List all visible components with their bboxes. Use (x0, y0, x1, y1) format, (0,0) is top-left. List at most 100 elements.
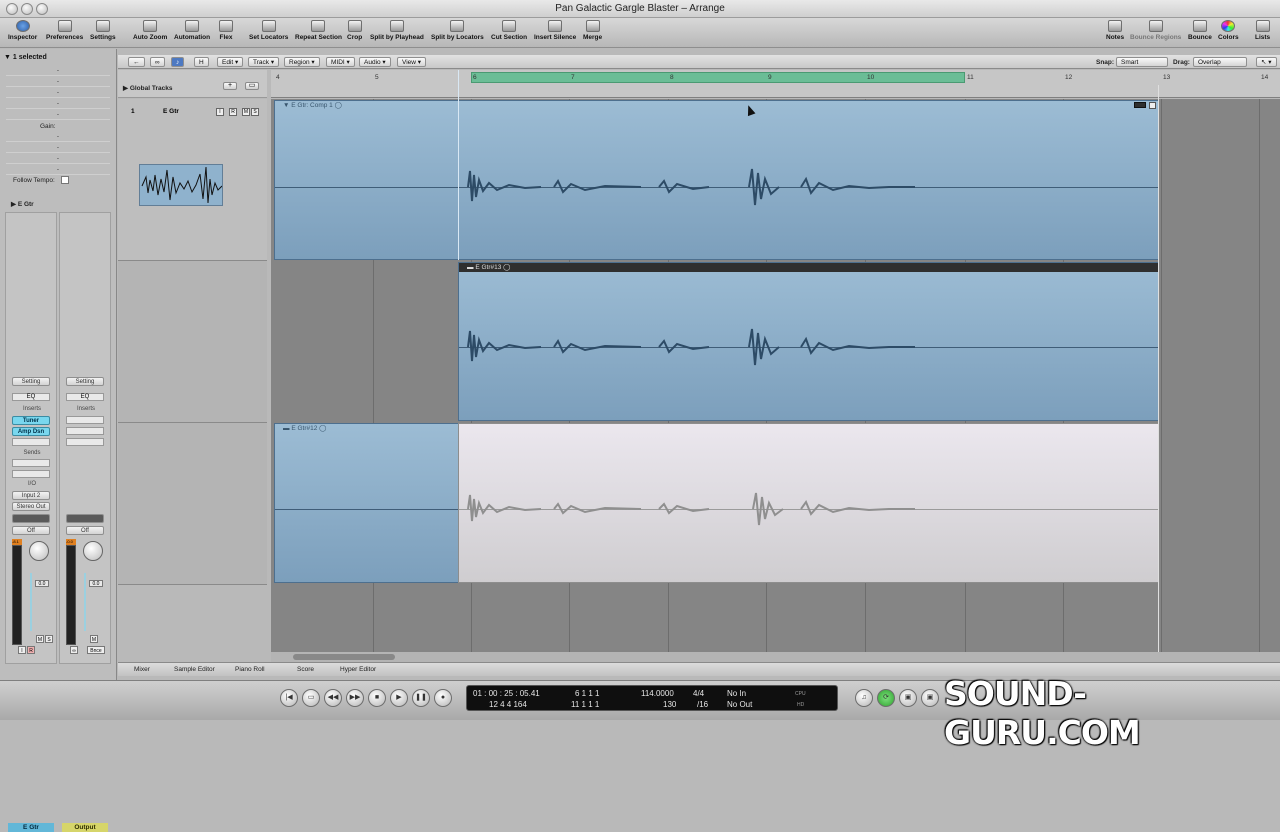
audio-region-take12-unselected-part[interactable] (458, 423, 1159, 583)
audio-region-comp[interactable]: ▼ E Gtr: Comp 1 ◯ (274, 100, 1159, 260)
track-name[interactable]: E Gtr (163, 108, 179, 115)
group-slot[interactable] (66, 514, 104, 523)
pan-knob[interactable] (29, 541, 49, 561)
hide-button[interactable]: H (194, 57, 209, 67)
input-monitor-toggle[interactable]: I (216, 108, 224, 116)
group-slot[interactable] (12, 514, 50, 523)
insert-slot-empty[interactable] (66, 427, 104, 435)
menu-edit[interactable]: Edit ▾ (217, 57, 244, 67)
pointer-tool[interactable]: ↖ ▾ (1256, 57, 1277, 67)
menu-midi[interactable]: MIDI ▾ (326, 57, 355, 67)
record-button[interactable]: ● (434, 689, 452, 707)
mute-toggle[interactable]: M (242, 108, 250, 116)
setting-button[interactable]: Setting (12, 377, 50, 386)
menu-region[interactable]: Region ▾ (284, 57, 320, 67)
insert-silence-button[interactable]: Insert Silence (534, 20, 576, 46)
insert-slot-empty[interactable] (12, 438, 50, 446)
setting-button[interactable]: Setting (66, 377, 104, 386)
audio-region-take12-selected-part[interactable]: ▬ E Gtr#12 ◯ (274, 423, 459, 583)
param-row[interactable]: - (6, 109, 110, 120)
arrange-area[interactable]: ▼ E Gtr: Comp 1 ◯ ▬ E Gtr#13 ◯ ▬ E Gtr#1… (271, 99, 1280, 662)
bounce-regions-button[interactable]: Bounce Regions (1130, 20, 1181, 46)
split-by-playhead-button[interactable]: Split by Playhead (370, 20, 424, 46)
stop-button[interactable]: ■ (368, 689, 386, 707)
strip-name[interactable]: Output (62, 823, 108, 832)
menu-track[interactable]: Track ▾ (248, 57, 280, 67)
audio-region-take13[interactable]: ▬ E Gtr#13 ◯ (458, 262, 1159, 421)
back-button[interactable]: ← (128, 57, 145, 67)
track-parameters-header[interactable]: ▶ E Gtr (11, 200, 34, 208)
param-row[interactable]: - (6, 76, 110, 87)
eq-slot[interactable]: EQ (12, 393, 50, 401)
settings-button[interactable]: Settings (90, 20, 116, 46)
record-toggle[interactable]: R (229, 108, 237, 116)
go-to-start-button[interactable]: |◀ (280, 689, 298, 707)
menu-audio[interactable]: Audio ▾ (359, 57, 391, 67)
pan-knob[interactable] (83, 541, 103, 561)
param-row[interactable]: - (6, 65, 110, 76)
new-folder-button[interactable]: ▭ (245, 82, 259, 90)
insert-tuner[interactable]: Tuner (12, 416, 50, 425)
transport-lcd[interactable]: 01 : 00 : 25 : 05.41 12 4 4 164 6 1 1 1 … (466, 685, 838, 711)
bar-ruler[interactable]: 4 5 6 7 8 9 10 11 12 13 14 (271, 70, 1280, 98)
inspector-button[interactable]: Inspector (8, 20, 37, 46)
add-track-button[interactable]: + (223, 82, 237, 90)
tab-mixer[interactable]: Mixer (134, 666, 150, 673)
cycle-button[interactable]: ⟳ (877, 689, 895, 707)
pause-button[interactable]: ❚❚ (412, 689, 430, 707)
project-end-marker[interactable] (1158, 85, 1159, 665)
preferences-button[interactable]: Preferences (46, 20, 83, 46)
automation-button[interactable]: Automation (174, 20, 210, 46)
repeat-section-button[interactable]: Repeat Section (295, 20, 342, 46)
catch-button[interactable]: ♪ (171, 57, 185, 67)
auto-zoom-button[interactable]: Auto Zoom (133, 20, 167, 46)
replace-button[interactable]: ▣ (899, 689, 917, 707)
strip-name[interactable]: E Gtr (8, 823, 54, 832)
split-by-locators-button[interactable]: Split by Locators (431, 20, 484, 46)
automation-mode[interactable]: Off (66, 526, 104, 535)
input-button[interactable]: Input 2 (12, 491, 50, 500)
drag-select[interactable]: Overlap (1193, 57, 1247, 67)
notes-button[interactable]: Notes (1106, 20, 1124, 46)
track-header[interactable]: 1 E Gtr I R M S (118, 99, 267, 261)
merge-button[interactable]: Merge (583, 20, 602, 46)
param-row[interactable]: - (6, 164, 110, 175)
link-icon[interactable]: ∞ (70, 646, 78, 654)
send-slot[interactable] (12, 470, 50, 478)
global-tracks-disclosure[interactable]: ▶ Global Tracks (123, 84, 172, 92)
tab-hyper-editor[interactable]: Hyper Editor (340, 666, 376, 673)
volume-fader[interactable] (30, 573, 32, 631)
set-locators-button[interactable]: Set Locators (249, 20, 288, 46)
play-button[interactable]: ▶ (390, 689, 408, 707)
send-slot[interactable] (12, 459, 50, 467)
output-button[interactable]: Stereo Out (12, 502, 50, 511)
mute-button[interactable]: M (36, 635, 44, 643)
tab-score[interactable]: Score (297, 666, 314, 673)
rewind-step-button[interactable]: ▭ (302, 689, 320, 707)
cycle-region[interactable] (471, 72, 965, 83)
solo-toggle[interactable]: S (251, 108, 259, 116)
colors-button[interactable]: Colors (1218, 20, 1239, 46)
record-enable-button[interactable]: R (27, 646, 35, 654)
flex-button[interactable]: Flex (219, 20, 233, 46)
eq-slot[interactable]: EQ (66, 393, 104, 401)
insert-slot-empty[interactable] (66, 416, 104, 424)
automation-mode[interactable]: Off (12, 526, 50, 535)
mute-button[interactable]: M (90, 635, 98, 643)
link-button[interactable]: ∞ (150, 57, 165, 67)
solo-mode-button[interactable]: ▣ (921, 689, 939, 707)
insert-slot-empty[interactable] (66, 438, 104, 446)
global-tracks-header[interactable]: ▶ Global Tracks + ▭ (118, 70, 267, 98)
tab-sample-editor[interactable]: Sample Editor (174, 666, 215, 673)
region-parameters-header[interactable]: ▼ 1 selected (4, 54, 47, 61)
scroll-thumb[interactable] (293, 654, 395, 660)
bounce-strip-button[interactable]: Bnce (87, 646, 105, 654)
param-row[interactable]: - (6, 131, 110, 142)
rewind-button[interactable]: ◀◀ (324, 689, 342, 707)
tab-piano-roll[interactable]: Piano Roll (235, 666, 265, 673)
take-menu-icon[interactable] (1149, 102, 1156, 109)
crop-button[interactable]: Crop (347, 20, 362, 46)
solo-button[interactable]: S (45, 635, 53, 643)
param-row[interactable]: - (6, 98, 110, 109)
param-row[interactable]: - (6, 142, 110, 153)
